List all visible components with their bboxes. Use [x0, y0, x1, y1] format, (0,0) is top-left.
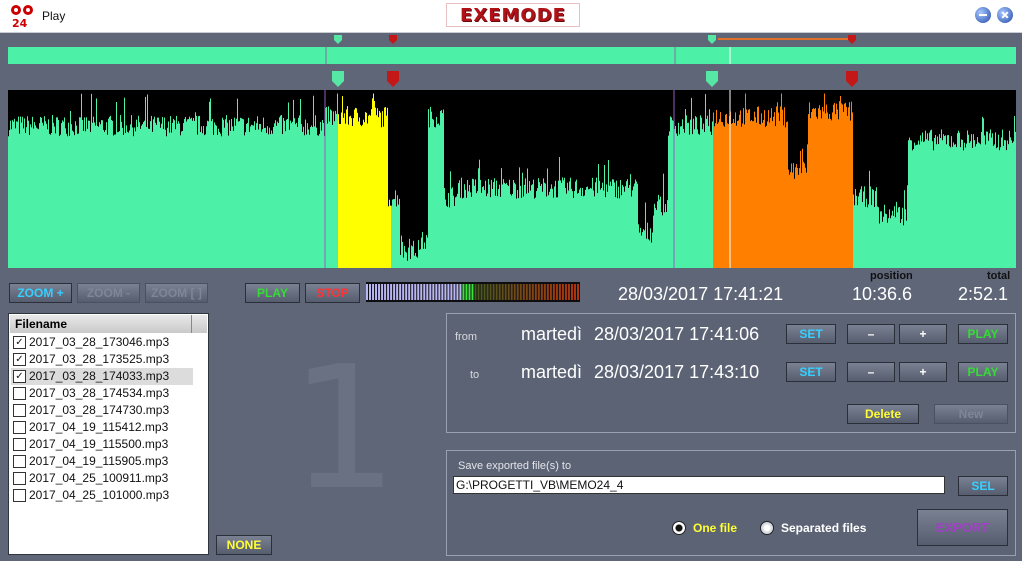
app-logo-icon: 24 — [11, 5, 33, 28]
brand-logo-text: EXEMODE — [460, 5, 566, 26]
minimize-icon — [979, 14, 987, 16]
total-label: total — [987, 270, 1011, 282]
window-title: Play — [42, 9, 66, 23]
one-file-radio[interactable] — [672, 521, 686, 535]
waveform-view[interactable] — [8, 90, 1016, 268]
title-bar: 24 Play EXEMODE — [0, 0, 1022, 33]
end-marker-1[interactable] — [387, 71, 399, 87]
from-set-button[interactable]: SET — [786, 324, 836, 344]
file-row[interactable]: 2017_03_28_174730.mp3 — [11, 402, 193, 419]
from-day: martedì — [521, 324, 583, 344]
file-row[interactable]: 2017_04_25_100911.mp3 — [11, 470, 193, 487]
start-marker-2[interactable] — [706, 71, 718, 87]
file-row[interactable]: 2017_04_19_115412.mp3 — [11, 419, 193, 436]
file-checkbox[interactable]: ✓ — [13, 370, 26, 383]
stop-button[interactable]: STOP — [305, 283, 360, 303]
marker-row — [325, 35, 858, 87]
delete-button[interactable]: Delete — [847, 404, 919, 424]
from-datetime: 28/03/2017 17:41:06 — [594, 324, 760, 344]
overview-start-marker-2[interactable] — [708, 35, 716, 44]
filename-column-header[interactable]: Filename — [10, 315, 192, 333]
to-play-button[interactable]: PLAY — [958, 362, 1008, 382]
file-row[interactable]: 2017_04_19_115905.mp3 — [11, 453, 193, 470]
new-button[interactable]: New — [934, 404, 1008, 424]
end-marker-2[interactable] — [846, 71, 858, 87]
none-button[interactable]: NONE — [216, 535, 272, 555]
overview-end-marker-2[interactable] — [848, 35, 856, 44]
to-datetime: 28/03/2017 17:43:10 — [594, 362, 760, 382]
separated-files-label[interactable]: Separated files — [781, 521, 866, 535]
from-plus-button[interactable]: + — [899, 324, 947, 344]
level-meter — [366, 282, 580, 302]
file-name: 2017_04_19_115905.mp3 — [29, 454, 169, 468]
file-row[interactable]: ✓ 2017_03_28_173046.mp3 — [11, 334, 193, 351]
svg-text:24: 24 — [12, 17, 28, 28]
zoom-out-button[interactable]: ZOOM - — [77, 283, 140, 303]
select-folder-button[interactable]: SEL — [958, 476, 1008, 496]
file-name: 2017_03_28_174033.mp3 — [29, 369, 170, 383]
separated-files-radio[interactable] — [760, 521, 774, 535]
play-button[interactable]: PLAY — [245, 283, 300, 303]
position-value: 10:36.6 — [852, 284, 913, 304]
file-name: 2017_04_25_101000.mp3 — [29, 488, 170, 502]
current-datetime: 28/03/2017 17:41:21 — [618, 284, 784, 304]
file-checkbox[interactable] — [13, 404, 26, 417]
file-checkbox[interactable] — [13, 421, 26, 434]
close-button[interactable] — [997, 7, 1013, 23]
file-list[interactable]: Filename ✓ 2017_03_28_173046.mp3 ✓ 2017_03_… — [8, 313, 209, 555]
file-name: 2017_04_19_115412.mp3 — [29, 420, 169, 434]
to-minus-button[interactable]: – — [847, 362, 895, 382]
file-row[interactable]: ✓ 2017_03_28_174033.mp3 — [11, 368, 193, 385]
overview-end-marker-1[interactable] — [389, 35, 397, 44]
segment-number: 1 — [290, 330, 399, 528]
export-title: Save exported file(s) to — [458, 460, 572, 472]
export-button[interactable]: EXPORT — [917, 509, 1008, 546]
file-row[interactable]: 2017_03_28_174534.mp3 — [11, 385, 193, 402]
to-set-button[interactable]: SET — [786, 362, 836, 382]
file-name: 2017_03_28_173525.mp3 — [29, 352, 170, 366]
from-minus-button[interactable]: – — [847, 324, 895, 344]
position-label: position — [870, 270, 913, 282]
minimize-button[interactable] — [975, 7, 991, 23]
file-name: 2017_04_19_115500.mp3 — [29, 437, 169, 451]
one-file-label[interactable]: One file — [693, 521, 737, 535]
file-name: 2017_03_28_174730.mp3 — [29, 403, 170, 417]
file-checkbox[interactable]: ✓ — [13, 353, 26, 366]
column-header-spacer — [192, 315, 207, 333]
from-play-button[interactable]: PLAY — [958, 324, 1008, 344]
zoom-in-button[interactable]: ZOOM + — [9, 283, 72, 303]
start-marker-1[interactable] — [332, 71, 344, 87]
file-row[interactable]: 2017_04_25_101000.mp3 — [11, 487, 193, 504]
file-row[interactable]: 2017_04_19_115500.mp3 — [11, 436, 193, 453]
file-name: 2017_03_28_173046.mp3 — [29, 335, 170, 349]
file-checkbox[interactable] — [13, 489, 26, 502]
file-checkbox[interactable] — [13, 472, 26, 485]
export-panel: Save exported file(s) to SEL One file Se… — [446, 450, 1016, 556]
file-name: 2017_04_25_100911.mp3 — [29, 471, 169, 485]
file-name: 2017_03_28_174534.mp3 — [29, 386, 170, 400]
overview-start-marker-1[interactable] — [334, 35, 342, 44]
to-label: to — [470, 369, 480, 381]
total-value: 2:52.1 — [958, 284, 1009, 304]
from-label: from — [455, 331, 477, 343]
zoom-reset-button[interactable]: ZOOM [ ] — [145, 283, 208, 303]
file-checkbox[interactable] — [13, 455, 26, 468]
file-checkbox[interactable] — [13, 438, 26, 451]
segment-panel: from martedì 28/03/2017 17:41:06 SET – +… — [446, 313, 1016, 433]
brand-logo: EXEMODE — [446, 3, 580, 27]
file-checkbox[interactable]: ✓ — [13, 336, 26, 349]
file-row[interactable]: ✓ 2017_03_28_173525.mp3 — [11, 351, 193, 368]
to-day: martedì — [521, 362, 583, 382]
export-path-input[interactable]: G:\PROGETTI_VB\MEMO24_4 — [453, 476, 945, 494]
file-checkbox[interactable] — [13, 387, 26, 400]
to-plus-button[interactable]: + — [899, 362, 947, 382]
